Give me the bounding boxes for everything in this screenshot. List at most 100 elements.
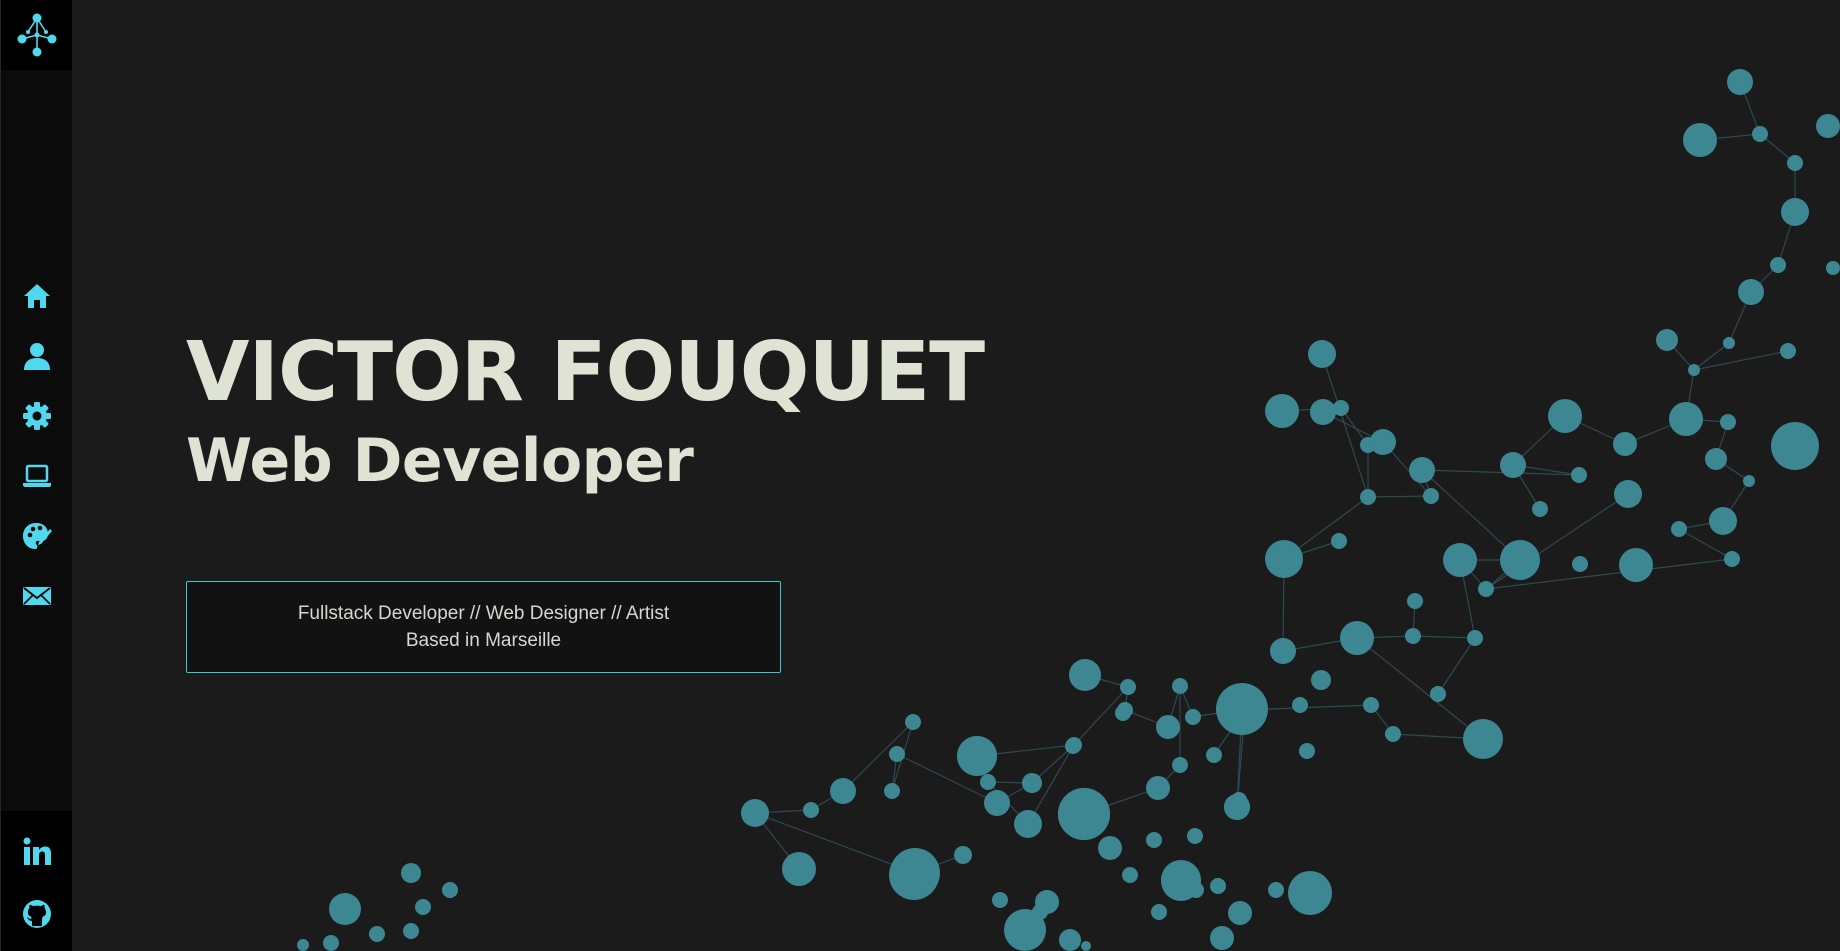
molecule-node [1407,593,1423,609]
molecule-node [1770,257,1786,273]
user-icon [23,343,50,370]
nav-art[interactable] [1,506,72,566]
molecule-node [1172,678,1188,694]
molecule-node [415,899,431,915]
molecule-node [1548,399,1582,433]
home-icon [23,284,50,308]
molecule-node [1478,581,1494,597]
molecule-node [992,892,1008,908]
laptop-icon [22,464,51,487]
molecule-node [1004,909,1046,951]
molecule-node [1423,488,1439,504]
envelope-icon [22,587,51,605]
molecule-node [1265,540,1303,578]
palette-icon [22,523,52,549]
molecule-node [401,863,421,883]
molecule-node [1066,737,1082,753]
social-links [1,811,72,951]
nav-about[interactable] [1,326,72,386]
molecule-node [1826,261,1840,275]
molecule-node [782,852,816,886]
molecule-node [1311,670,1331,690]
molecule-node [1613,432,1637,456]
molecule-node [1156,715,1180,739]
main-navigation [1,266,72,626]
molecule-node [1120,679,1136,695]
molecule-node [1360,437,1376,453]
molecule-link [1412,635,1476,639]
molecule-node [1187,828,1203,844]
molecule-node [1069,659,1101,691]
molecule-node [1723,337,1735,349]
molecule-node [1058,788,1110,840]
nav-projects[interactable] [1,446,72,506]
molecule-node [1333,400,1349,416]
molecule-node [1231,792,1247,808]
molecule-node [905,714,921,730]
logo[interactable] [1,0,72,70]
molecule-node [1727,69,1753,95]
molecule-node [1781,198,1809,226]
molecule-node [1308,340,1336,368]
molecule-node [1098,836,1122,860]
molecule-node [1288,871,1332,915]
molecule-node [1683,123,1717,157]
molecule-node [1709,507,1737,535]
molecule-node [1022,773,1042,793]
molecule-link [1693,350,1789,371]
molecule-node [297,939,309,951]
molecule-node [1081,941,1091,951]
molecule-node [1146,776,1170,800]
molecule-node [1340,621,1374,655]
hero-tagline: Fullstack Developer // Web Designer // A… [297,603,670,624]
molecule-node [1780,343,1796,359]
molecule-node [1270,638,1296,664]
linkedin-link[interactable] [1,821,72,883]
sidebar [0,0,72,951]
molecule-nodes [297,69,1840,951]
molecule-node [1014,810,1042,838]
molecule-node [442,882,458,898]
molecule-node [1310,399,1336,425]
github-link[interactable] [1,883,72,945]
molecule-node [1705,448,1727,470]
molecule-node [1331,533,1347,549]
molecule-node [741,799,769,827]
molecule-node [1363,697,1379,713]
hero-tagline-box: Fullstack Developer // Web Designer // A… [186,581,781,673]
nav-contact[interactable] [1,566,72,626]
molecule-node [1532,501,1548,517]
molecule-node [1500,540,1540,580]
molecule-node [984,790,1010,816]
molecule-node [1720,414,1736,430]
molecule-node [1787,155,1803,171]
molecule-node [1771,422,1819,470]
hero: VICTOR FOUQUET Web Developer [186,325,985,501]
molecule-link [1356,637,1484,740]
molecule-node [1430,686,1446,702]
molecule-node [1724,551,1740,567]
gear-icon [22,402,51,430]
molecule-node [1619,548,1653,582]
molecule-node [1572,556,1588,572]
molecule-node [1409,457,1435,483]
nav-skills[interactable] [1,386,72,446]
nav-home[interactable] [1,266,72,326]
molecule-node [1292,697,1308,713]
molecule-node [1228,901,1252,925]
molecule-node [980,774,996,790]
molecule-node [1656,329,1678,351]
molecule-node [1405,628,1421,644]
molecule-link [1367,495,1432,498]
hero-role: Web Developer [186,426,694,496]
molecule-node [954,846,972,864]
molecule-node [1738,279,1764,305]
molecule-node [1571,467,1587,483]
molecule-node [1743,475,1755,487]
molecule-node [1467,630,1483,646]
molecule-link [1437,637,1476,695]
molecule-node [1299,743,1315,759]
molecule-node [1816,114,1840,138]
molecule-node [369,926,385,942]
hero-name: VICTOR FOUQUET [186,325,985,420]
